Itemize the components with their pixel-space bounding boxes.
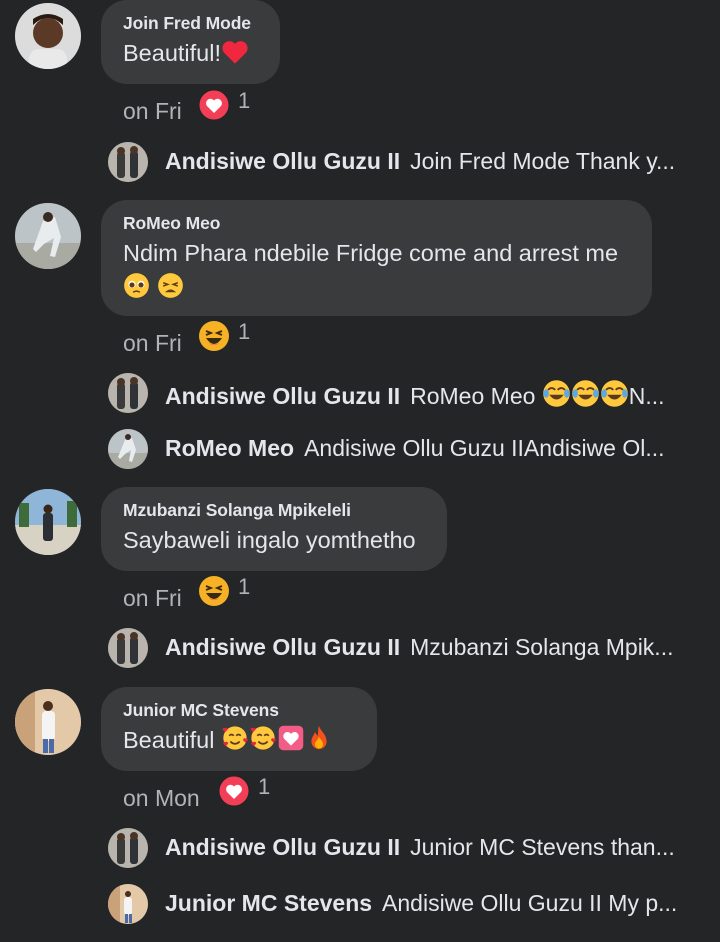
comment-text: Ndim Phara ndebile Fridge come and arres… bbox=[123, 240, 619, 266]
reaction-count: 1 bbox=[238, 319, 251, 344]
haha-icon bbox=[199, 576, 229, 606]
reply-author[interactable]: Junior MC Stevens bbox=[165, 890, 372, 916]
comment-text: Saybaweli ingalo yomthetho bbox=[123, 527, 416, 553]
reply-text: Andisiwe Ollu Guzu II My p... bbox=[382, 890, 678, 916]
reaction-summary[interactable]: 1 bbox=[198, 574, 250, 612]
tears-of-joy-icon bbox=[572, 380, 599, 407]
reply-preview[interactable]: Andisiwe Ollu Guzu II Junior MC Stevens t… bbox=[108, 828, 708, 868]
reply-author[interactable]: RoMeo Meo bbox=[165, 435, 294, 461]
avatar[interactable] bbox=[108, 828, 148, 868]
comment-time[interactable]: on Fri bbox=[123, 98, 182, 125]
reply-author[interactable]: Andisiwe Ollu Guzu II bbox=[165, 634, 400, 660]
love-icon bbox=[198, 89, 230, 121]
tears-of-joy-icon bbox=[543, 380, 570, 407]
haha-icon bbox=[199, 321, 229, 351]
reply-preview[interactable]: Andisiwe Ollu Guzu II RoMeo Meo N... bbox=[108, 373, 708, 413]
reply-text: Junior MC Stevens than... bbox=[410, 834, 675, 860]
reaction-summary[interactable]: 1 bbox=[198, 88, 250, 126]
reply-text: Mzubanzi Solanga Mpik... bbox=[410, 634, 674, 660]
comment-author[interactable]: Mzubanzi Solanga Mpikeleli bbox=[123, 500, 425, 521]
avatar[interactable] bbox=[15, 489, 81, 555]
comment-author[interactable]: Join Fred Mode bbox=[123, 13, 258, 34]
comment-bubble[interactable]: RoMeo Meo Ndim Phara ndebile Fridge come… bbox=[101, 200, 652, 316]
reply-author[interactable]: Andisiwe Ollu Guzu II bbox=[165, 834, 400, 860]
comment-text: Beautiful! bbox=[123, 40, 221, 66]
reaction-count: 1 bbox=[238, 574, 251, 599]
smiling-face-with-hearts-icon bbox=[222, 726, 248, 750]
avatar[interactable] bbox=[108, 884, 148, 924]
avatar[interactable] bbox=[108, 142, 148, 182]
avatar[interactable] bbox=[15, 689, 81, 755]
comment-bubble[interactable]: Junior MC Stevens Beautiful bbox=[101, 687, 377, 771]
tears-of-joy-icon bbox=[601, 380, 628, 407]
comment-bubble[interactable]: Mzubanzi Solanga Mpikeleli Saybaweli ing… bbox=[101, 487, 447, 571]
reply-text: Andisiwe Ollu Guzu IIAndisiwe Ol... bbox=[304, 435, 665, 461]
comment-time[interactable]: on Mon bbox=[123, 785, 200, 812]
smiling-face-with-hearts-icon bbox=[250, 726, 276, 750]
reaction-count: 1 bbox=[238, 88, 251, 113]
pleading-face-icon bbox=[124, 273, 149, 298]
avatar[interactable] bbox=[108, 373, 148, 413]
comment-author[interactable]: RoMeo Meo bbox=[123, 213, 630, 234]
reply-author[interactable]: Andisiwe Ollu Guzu II bbox=[165, 383, 400, 409]
reply-preview[interactable]: Andisiwe Ollu Guzu II Mzubanzi Solanga Mp… bbox=[108, 628, 708, 668]
reply-text: RoMeo Meo bbox=[410, 383, 536, 409]
avatar[interactable] bbox=[15, 3, 81, 69]
avatar[interactable] bbox=[15, 203, 81, 269]
comment-bubble[interactable]: Join Fred Mode Beautiful! bbox=[101, 0, 280, 84]
reaction-count: 1 bbox=[258, 774, 271, 799]
reaction-summary[interactable]: 1 bbox=[218, 774, 270, 812]
avatar[interactable] bbox=[108, 628, 148, 668]
comment-author[interactable]: Junior MC Stevens bbox=[123, 700, 355, 721]
fire-icon bbox=[311, 725, 327, 750]
reply-preview[interactable]: Andisiwe Ollu Guzu II Join Fred Mode Than… bbox=[108, 142, 708, 182]
reply-author[interactable]: Andisiwe Ollu Guzu II bbox=[165, 148, 400, 174]
love-icon bbox=[218, 775, 250, 807]
reply-text: Join Fred Mode Thank y... bbox=[410, 148, 676, 174]
red-heart-icon bbox=[222, 41, 248, 64]
reply-preview[interactable]: Junior MC Stevens Andisiwe Ollu Guzu II M… bbox=[108, 884, 708, 924]
comment-time[interactable]: on Fri bbox=[123, 330, 182, 357]
comment-time[interactable]: on Fri bbox=[123, 585, 182, 612]
comment-text: Beautiful bbox=[123, 727, 215, 753]
reaction-summary[interactable]: 1 bbox=[198, 319, 250, 357]
heart-box-icon bbox=[278, 725, 304, 751]
reply-preview[interactable]: RoMeo Meo Andisiwe Ollu Guzu IIAndisiwe O… bbox=[108, 429, 708, 469]
weary-face-icon bbox=[157, 273, 183, 298]
avatar[interactable] bbox=[108, 429, 148, 469]
reply-text-suffix: N... bbox=[628, 383, 665, 409]
